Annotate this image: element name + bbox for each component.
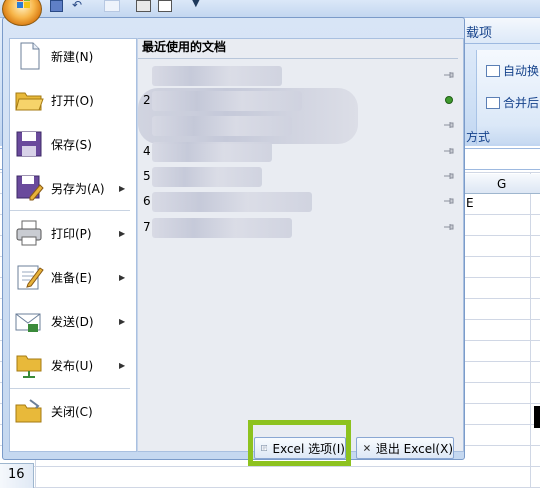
submenu-arrow-icon: ▶ — [119, 228, 126, 238]
qat-preview-icon[interactable] — [158, 0, 172, 12]
merge-center-button[interactable]: 合并后 — [486, 94, 539, 111]
menu-item-publish[interactable]: 发布(U) ▶ — [6, 344, 134, 386]
pin-icon[interactable] — [444, 71, 454, 79]
ribbon-group-label: 方式 — [466, 130, 491, 144]
close-folder-icon — [15, 399, 42, 423]
printer-icon — [16, 220, 42, 246]
qat-print-icon[interactable] — [136, 0, 151, 12]
save-as-icon — [16, 175, 44, 201]
menu-item-label: 打印(P) — [51, 226, 92, 241]
menu-item-save-as[interactable]: 另存为(A) ▶ — [6, 167, 134, 209]
menu-item-print[interactable]: 打印(P) ▶ — [6, 212, 134, 254]
wrap-text-label: 自动换 — [503, 64, 540, 78]
submenu-arrow-icon: ▶ — [119, 316, 126, 326]
qat-undo-icon[interactable]: ↶ — [72, 0, 84, 12]
menu-item-close[interactable]: 关闭(C) — [6, 390, 134, 432]
recent-document-item[interactable]: 5 — [138, 165, 458, 189]
wrap-text-icon — [486, 65, 500, 77]
exit-excel-label: 退出 Excel(X) — [375, 441, 453, 456]
submenu-arrow-icon: ▶ — [119, 272, 126, 282]
recent-document-item[interactable]: 4 — [138, 140, 458, 164]
menu-item-label: 准备(E) — [51, 270, 92, 285]
menu-item-prepare[interactable]: 准备(E) ▶ — [6, 256, 134, 298]
open-folder-icon — [15, 92, 44, 111]
qat-redo-icon[interactable] — [104, 0, 120, 12]
blurred-filename — [152, 91, 302, 111]
pin-icon[interactable] — [444, 223, 454, 231]
blurred-filename — [152, 192, 312, 212]
recent-document-item[interactable]: 7 — [138, 216, 458, 240]
menu-item-label: 打开(O) — [51, 93, 94, 108]
row-header-label: 16 — [8, 467, 25, 482]
menu-item-open[interactable]: 打开(O) — [6, 79, 134, 121]
recent-document-item[interactable] — [138, 114, 458, 138]
recent-item-index: 6 — [143, 194, 151, 208]
pin-icon[interactable] — [444, 197, 454, 205]
menu-divider — [10, 210, 130, 211]
close-icon — [363, 445, 370, 451]
recent-documents-title: 最近使用的文档 — [142, 40, 227, 54]
cell-cursor — [534, 406, 540, 428]
blurred-filename — [152, 167, 262, 187]
menu-item-label: 新建(N) — [51, 49, 94, 64]
blurred-filename — [152, 116, 292, 136]
menu-item-label: 发布(U) — [51, 358, 94, 373]
blurred-filename — [152, 142, 272, 162]
merge-center-label: 合并后 — [503, 96, 540, 110]
qat-customize-icon[interactable]: ▼ — [192, 0, 200, 9]
recent-item-index: 7 — [143, 220, 151, 234]
new-document-icon — [20, 42, 40, 70]
menu-item-save[interactable]: 保存(S) — [6, 123, 134, 165]
menu-item-label: 发送(D) — [51, 314, 94, 329]
recent-document-item[interactable]: 2 — [138, 89, 458, 113]
grid-column-line — [530, 172, 531, 488]
send-icon — [15, 313, 41, 332]
recent-item-index: 2 — [143, 93, 151, 107]
exit-excel-button[interactable]: 退出 Excel(X) — [356, 437, 454, 459]
cell-value[interactable]: E — [466, 196, 474, 210]
merge-cells-icon — [486, 97, 500, 109]
recent-item-index: 4 — [143, 144, 151, 158]
menu-item-send[interactable]: 发送(D) ▶ — [6, 300, 134, 342]
recent-document-item[interactable] — [138, 64, 458, 88]
menu-item-label: 保存(S) — [51, 137, 92, 152]
recent-item-index: 5 — [143, 169, 151, 183]
office-logo-icon — [17, 0, 31, 9]
blurred-filename — [152, 66, 282, 86]
submenu-arrow-icon: ▶ — [119, 183, 126, 193]
column-header-label: G — [497, 177, 507, 191]
recent-document-item[interactable]: 6 — [138, 190, 458, 214]
submenu-arrow-icon: ▶ — [119, 360, 126, 370]
save-icon — [16, 131, 42, 157]
ribbon-tab-label[interactable]: 载项 — [466, 22, 492, 41]
menu-item-new[interactable]: 新建(N) — [6, 35, 134, 77]
pinned-icon[interactable] — [444, 96, 454, 104]
publish-icon — [16, 355, 42, 378]
menu-divider — [10, 388, 130, 389]
prepare-icon — [17, 265, 44, 290]
menu-item-label: 关闭(C) — [51, 404, 93, 419]
wrap-text-button[interactable]: 自动换 — [486, 62, 539, 79]
pin-icon[interactable] — [444, 121, 454, 129]
blurred-filename — [152, 218, 292, 238]
pin-icon[interactable] — [444, 172, 454, 180]
menu-item-label: 另存为(A) — [51, 181, 105, 196]
highlight-box — [248, 420, 351, 466]
qat-save-icon[interactable] — [50, 0, 63, 12]
recent-documents-divider — [138, 58, 458, 59]
pin-icon[interactable] — [444, 147, 454, 155]
